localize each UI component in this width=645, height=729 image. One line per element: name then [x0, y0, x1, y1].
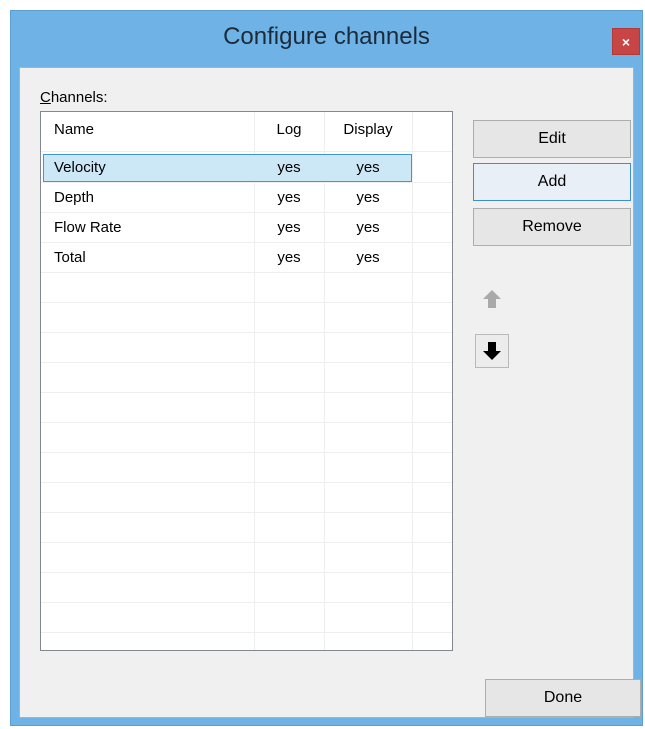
close-icon: ×: [621, 33, 631, 50]
empty-row: [41, 603, 452, 633]
channels-label-mnemonic: C: [40, 89, 51, 106]
channels-list[interactable]: Name Log Display Velocity yes yes Depth …: [40, 111, 453, 651]
table-row-flow-rate[interactable]: Flow Rate yes yes: [41, 213, 452, 243]
channels-label: Channels:: [40, 89, 108, 106]
cell-name: Velocity: [54, 159, 106, 176]
add-button[interactable]: Add: [473, 163, 631, 201]
arrow-down-icon: [483, 342, 501, 360]
empty-row: [41, 513, 452, 543]
remove-button[interactable]: Remove: [473, 208, 631, 246]
empty-row: [41, 423, 452, 453]
move-up-button[interactable]: [475, 282, 509, 316]
table-row-total[interactable]: Total yes yes: [41, 243, 452, 273]
window-title: Configure channels: [223, 23, 430, 50]
edit-button[interactable]: Edit: [473, 120, 631, 158]
move-down-button[interactable]: [475, 334, 509, 368]
cell-name: Total: [54, 249, 86, 266]
cell-display: yes: [356, 219, 380, 236]
channels-label-text: hannels:: [50, 89, 108, 106]
empty-row: [41, 483, 452, 513]
column-header-name[interactable]: Name: [54, 112, 94, 152]
empty-row: [41, 273, 452, 303]
column-header-log[interactable]: Log: [254, 112, 324, 152]
close-button[interactable]: ×: [612, 28, 640, 55]
empty-row: [41, 573, 452, 603]
dialog-window: Configure channels × Channels: Name Log …: [10, 10, 643, 726]
table-row-velocity[interactable]: Velocity yes yes: [41, 153, 452, 183]
cell-name: Depth: [54, 189, 95, 206]
empty-row: [41, 543, 452, 573]
list-header: Name Log Display: [41, 112, 452, 152]
cell-display: yes: [356, 249, 380, 266]
column-header-display[interactable]: Display: [324, 112, 412, 152]
cell-log: yes: [277, 249, 301, 266]
cell-log: yes: [277, 189, 301, 206]
cell-name: Flow Rate: [54, 219, 122, 236]
empty-row: [41, 363, 452, 393]
empty-row: [41, 633, 452, 650]
empty-row: [41, 333, 452, 363]
empty-row: [41, 453, 452, 483]
dialog-client-area: Channels: Name Log Display Velocity yes …: [19, 67, 641, 718]
arrow-up-icon: [483, 290, 501, 308]
empty-row: [41, 303, 452, 333]
cell-log: yes: [277, 159, 301, 176]
done-button[interactable]: Done: [485, 679, 641, 717]
cell-display: yes: [356, 189, 380, 206]
title-bar[interactable]: Configure channels ×: [11, 11, 642, 67]
cell-display: yes: [356, 159, 380, 176]
empty-row: [41, 393, 452, 423]
cell-log: yes: [277, 219, 301, 236]
table-row-depth[interactable]: Depth yes yes: [41, 183, 452, 213]
